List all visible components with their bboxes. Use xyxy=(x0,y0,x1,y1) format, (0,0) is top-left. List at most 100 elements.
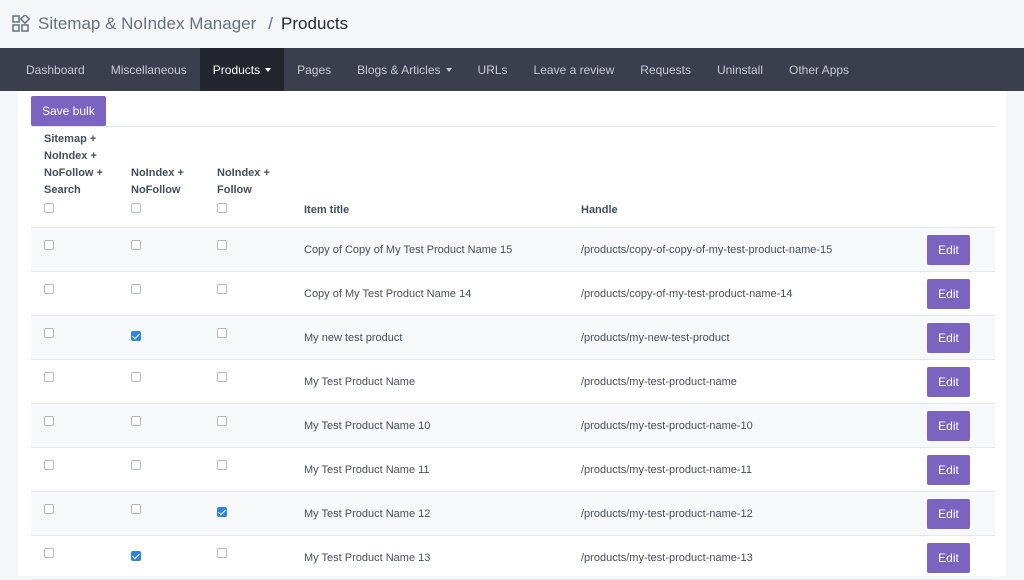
table-row: My new test product/products/my-new-test… xyxy=(31,316,995,360)
noindex-nofollow-checkbox[interactable] xyxy=(131,460,141,470)
nav-item-label: Pages xyxy=(297,63,331,77)
nav-item-blogs-articles[interactable]: Blogs & Articles xyxy=(344,48,464,91)
table-header: Sitemap + NoIndex + NoFollow + Search No… xyxy=(31,127,995,228)
nav-item-dashboard[interactable]: Dashboard xyxy=(13,48,98,91)
table-row: My Test Product Name 13/products/my-test… xyxy=(31,536,995,580)
noindex-follow-checkbox[interactable] xyxy=(217,507,227,517)
nav-item-label: Miscellaneous xyxy=(111,63,187,77)
app-grid-icon xyxy=(12,15,30,33)
noindex-nofollow-checkbox[interactable] xyxy=(131,284,141,294)
item-handle: /products/my-test-product-name-11 xyxy=(581,464,752,476)
nav-item-label: Requests xyxy=(640,63,691,77)
noindex-nofollow-checkbox[interactable] xyxy=(131,331,141,341)
item-title: My Test Product Name 11 xyxy=(304,464,430,476)
header-label: Sitemap + NoIndex + NoFollow + Search xyxy=(44,131,114,199)
header-noindex-nofollow: NoIndex + NoFollow xyxy=(131,165,201,219)
header-bar: Sitemap & NoIndex Manager / Products xyxy=(0,0,1024,48)
header-handle: Handle xyxy=(581,202,618,219)
item-handle: /products/my-new-test-product xyxy=(581,332,730,344)
header-noindex-follow: NoIndex + Follow xyxy=(217,165,287,219)
item-handle: /products/my-test-product-name-10 xyxy=(581,420,753,432)
edit-button[interactable]: Edit xyxy=(927,543,970,573)
item-handle: /products/copy-of-copy-of-my-test-produc… xyxy=(581,244,832,256)
table-row: Copy of My Test Product Name 14/products… xyxy=(31,272,995,316)
main-panel: Save bulk Sitemap + NoIndex + NoFollow +… xyxy=(18,91,1006,576)
nav-item-leave-a-review[interactable]: Leave a review xyxy=(521,48,628,91)
noindex-follow-checkbox[interactable] xyxy=(217,240,227,250)
edit-button[interactable]: Edit xyxy=(927,279,970,309)
noindex-follow-checkbox[interactable] xyxy=(217,548,227,558)
caret-down-icon xyxy=(265,68,271,72)
table-body: Copy of Copy of My Test Product Name 15 /… xyxy=(31,228,995,580)
item-title: My Test Product Name 13 xyxy=(304,552,430,564)
nav-item-miscellaneous[interactable]: Miscellaneous xyxy=(98,48,200,91)
noindex-follow-checkbox[interactable] xyxy=(217,372,227,382)
breadcrumb-app-title[interactable]: Sitemap & NoIndex Manager xyxy=(38,14,256,34)
sitemap-noindex-nofollow-search-checkbox[interactable] xyxy=(44,416,54,426)
table-row: My Test Product Name/products/my-test-pr… xyxy=(31,360,995,404)
nav-item-label: URLs xyxy=(478,63,508,77)
edit-button[interactable]: Edit xyxy=(927,367,970,397)
edit-button[interactable]: Edit xyxy=(927,499,970,529)
noindex-follow-checkbox[interactable] xyxy=(217,416,227,426)
sitemap-noindex-nofollow-search-checkbox[interactable] xyxy=(44,328,54,338)
table-row: Copy of Copy of My Test Product Name 15 /… xyxy=(31,228,995,272)
caret-down-icon xyxy=(446,68,452,72)
item-handle: /products/my-test-product-name xyxy=(581,376,737,388)
header-label: NoIndex + NoFollow xyxy=(131,165,201,199)
header-item-title: Item title xyxy=(304,202,349,219)
nav-item-label: Products xyxy=(213,63,260,77)
products-table: Sitemap + NoIndex + NoFollow + Search No… xyxy=(31,126,995,580)
table-row: My Test Product Name 10/products/my-test… xyxy=(31,404,995,448)
item-title: My Test Product Name 12 xyxy=(304,508,430,520)
breadcrumb-separator: / xyxy=(268,14,273,34)
nav-item-other-apps[interactable]: Other Apps xyxy=(776,48,862,91)
noindex-nofollow-checkbox[interactable] xyxy=(131,551,141,561)
noindex-nofollow-checkbox[interactable] xyxy=(131,240,141,250)
noindex-nofollow-checkbox[interactable] xyxy=(131,372,141,382)
noindex-nofollow-checkbox[interactable] xyxy=(131,504,141,514)
nav-item-products[interactable]: Products xyxy=(200,48,284,91)
item-title: Copy of Copy of My Test Product Name 15 xyxy=(304,244,512,256)
page-title: Products xyxy=(281,14,348,34)
save-bulk-button[interactable]: Save bulk xyxy=(31,96,106,126)
edit-button[interactable]: Edit xyxy=(927,235,970,265)
table-row: My Test Product Name 12/products/my-test… xyxy=(31,492,995,536)
select-all-col1-checkbox[interactable] xyxy=(44,203,54,213)
noindex-follow-checkbox[interactable] xyxy=(217,460,227,470)
table-row: My Test Product Name 11/products/my-test… xyxy=(31,448,995,492)
item-title: My new test product xyxy=(304,332,402,344)
item-title: My Test Product Name xyxy=(304,376,415,388)
nav-item-label: Blogs & Articles xyxy=(357,63,440,77)
sitemap-noindex-nofollow-search-checkbox[interactable] xyxy=(44,372,54,382)
header-label: NoIndex + Follow xyxy=(217,165,287,199)
nav-item-label: Other Apps xyxy=(789,63,849,77)
item-handle: /products/my-test-product-name-12 xyxy=(581,508,753,520)
nav-item-pages[interactable]: Pages xyxy=(284,48,344,91)
nav-item-requests[interactable]: Requests xyxy=(627,48,704,91)
select-all-col2-checkbox[interactable] xyxy=(131,203,141,213)
sitemap-noindex-nofollow-search-checkbox[interactable] xyxy=(44,284,54,294)
nav-item-label: Uninstall xyxy=(717,63,763,77)
sitemap-noindex-nofollow-search-checkbox[interactable] xyxy=(44,460,54,470)
main-nav: Dashboard Miscellaneous Products Pages Blogs… xyxy=(0,48,1024,91)
sitemap-noindex-nofollow-search-checkbox[interactable] xyxy=(44,504,54,514)
item-handle: /products/copy-of-my-test-product-name-1… xyxy=(581,288,793,300)
nav-item-uninstall[interactable]: Uninstall xyxy=(704,48,776,91)
noindex-follow-checkbox[interactable] xyxy=(217,284,227,294)
noindex-follow-checkbox[interactable] xyxy=(217,328,227,338)
select-all-col3-checkbox[interactable] xyxy=(217,203,227,213)
edit-button[interactable]: Edit xyxy=(927,323,970,353)
edit-button[interactable]: Edit xyxy=(927,455,970,485)
item-title: Copy of My Test Product Name 14 xyxy=(304,288,471,300)
sitemap-noindex-nofollow-search-checkbox[interactable] xyxy=(44,548,54,558)
noindex-nofollow-checkbox[interactable] xyxy=(131,416,141,426)
nav-item-label: Dashboard xyxy=(26,63,85,77)
sitemap-noindex-nofollow-search-checkbox[interactable] xyxy=(44,240,54,250)
edit-button[interactable]: Edit xyxy=(927,411,970,441)
header-sitemap-noindex-nofollow-search: Sitemap + NoIndex + NoFollow + Search xyxy=(44,131,114,219)
item-handle: /products/my-test-product-name-13 xyxy=(581,552,753,564)
item-title: My Test Product Name 10 xyxy=(304,420,430,432)
nav-item-label: Leave a review xyxy=(534,63,615,77)
nav-item-urls[interactable]: URLs xyxy=(465,48,521,91)
